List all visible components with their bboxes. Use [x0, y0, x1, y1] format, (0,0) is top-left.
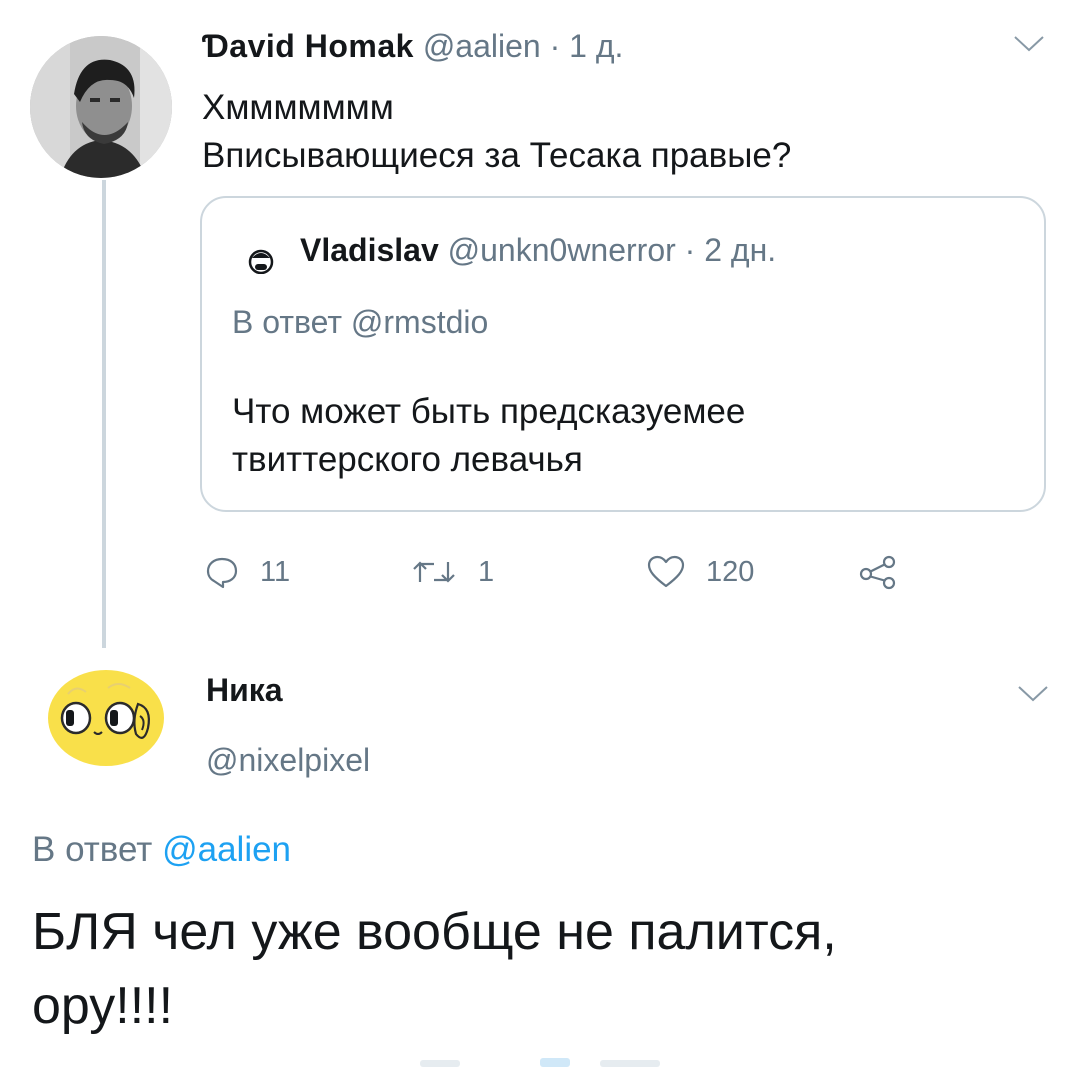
author-name[interactable]: Ɗavid Homak	[202, 28, 414, 64]
tweet-text-line: Хммммммм	[202, 88, 394, 127]
author-name[interactable]: Ника	[206, 672, 283, 709]
quoted-header: Vladislav @unkn0wnerror · 2 дн.	[300, 232, 776, 269]
quoted-text-line: Что может быть предсказуемее	[232, 392, 746, 431]
quoted-text-line: твиттерского левачья	[232, 440, 583, 479]
quoted-time: 2 дн.	[704, 232, 777, 268]
cropped-content	[420, 1058, 660, 1067]
reply-prefix: В ответ	[232, 304, 343, 340]
like-count: 120	[706, 555, 755, 588]
tweet-text-line: ору!!!!	[32, 977, 174, 1035]
like-button[interactable]: 120	[646, 552, 754, 592]
like-icon	[647, 555, 685, 588]
share-icon	[859, 555, 896, 590]
avatar[interactable]	[46, 664, 166, 770]
author-handle[interactable]: @aalien	[423, 28, 541, 64]
retweet-button[interactable]: 1	[410, 552, 494, 592]
reply-to-handle[interactable]: @aalien	[162, 830, 291, 869]
quoted-reply-context: В ответ @rmstdio	[232, 304, 488, 341]
quoted-author-handle: @unkn0wnerror	[447, 232, 676, 268]
chevron-down-icon[interactable]	[1012, 34, 1046, 54]
tweet-time[interactable]: 1 д.	[569, 28, 623, 64]
avatar[interactable]	[30, 36, 172, 178]
retweet-icon	[413, 561, 455, 583]
quoted-avatar	[248, 249, 274, 274]
avatar-photo	[30, 36, 172, 178]
reply-button[interactable]: 11	[204, 552, 290, 592]
reply-count: 11	[260, 555, 291, 588]
retweet-count: 1	[478, 555, 495, 588]
reply-prefix: В ответ	[32, 830, 153, 869]
reply-to-handle: @rmstdio	[350, 304, 489, 340]
quoted-author-name: Vladislav	[300, 232, 439, 268]
separator-dot: ·	[684, 232, 696, 268]
reply-icon	[206, 557, 238, 589]
reply-context: В ответ @aalien	[32, 830, 291, 870]
share-button[interactable]	[858, 552, 918, 592]
chevron-down-icon[interactable]	[1016, 684, 1050, 704]
thread-connector	[102, 180, 106, 648]
separator-dot: ·	[549, 28, 561, 64]
tweet-text-line: Вписывающиеся за Тесака правые?	[202, 136, 792, 175]
tweet-header: Ɗavid Homak @aalien · 1 д.	[202, 28, 623, 65]
tweet-text-line: БЛЯ чел уже вообще не палится,	[32, 903, 837, 961]
author-handle[interactable]: @nixelpixel	[206, 742, 370, 779]
